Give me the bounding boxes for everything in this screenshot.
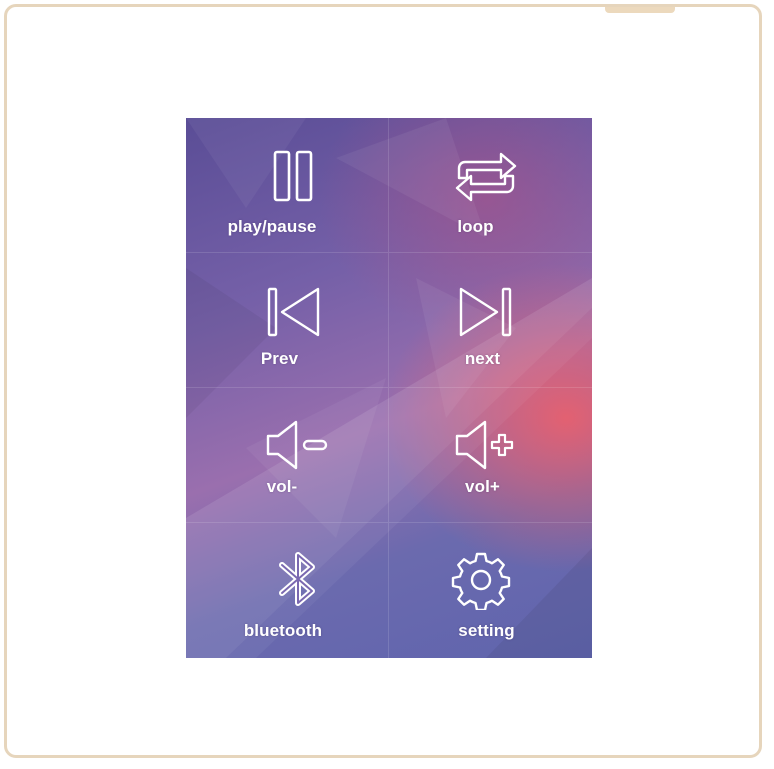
frame-accent	[605, 7, 675, 13]
loop-button[interactable]: loop	[389, 118, 592, 253]
next-label: next	[464, 349, 501, 368]
loop-label: loop	[457, 217, 494, 236]
touch-panel: play/pause loop Prev next vol- vol+ blue…	[186, 118, 592, 658]
bluetooth-label: bluetooth	[243, 621, 323, 640]
gear-icon	[451, 550, 511, 612]
previous-button[interactable]: Prev	[186, 253, 389, 388]
pause-icon	[268, 148, 328, 208]
control-grid: play/pause loop Prev next vol- vol+ blue…	[186, 118, 592, 658]
next-button[interactable]: next	[389, 253, 592, 388]
next-icon	[455, 283, 515, 343]
bluetooth-button[interactable]: bluetooth	[186, 523, 389, 658]
setting-label: setting	[458, 621, 515, 640]
volume-down-icon	[264, 416, 328, 476]
play-pause-button[interactable]: play/pause	[186, 118, 389, 253]
previous-icon	[264, 283, 324, 343]
volume-up-icon	[453, 416, 514, 476]
bluetooth-icon	[268, 549, 328, 609]
volume-down-button[interactable]: vol-	[186, 388, 389, 523]
volume-up-button[interactable]: vol+	[389, 388, 592, 523]
previous-label: Prev	[260, 349, 299, 368]
volume-down-label: vol-	[266, 477, 298, 496]
play-pause-label: play/pause	[227, 217, 317, 236]
volume-up-label: vol+	[465, 477, 500, 496]
setting-button[interactable]: setting	[389, 523, 592, 658]
loop-icon	[451, 148, 517, 208]
